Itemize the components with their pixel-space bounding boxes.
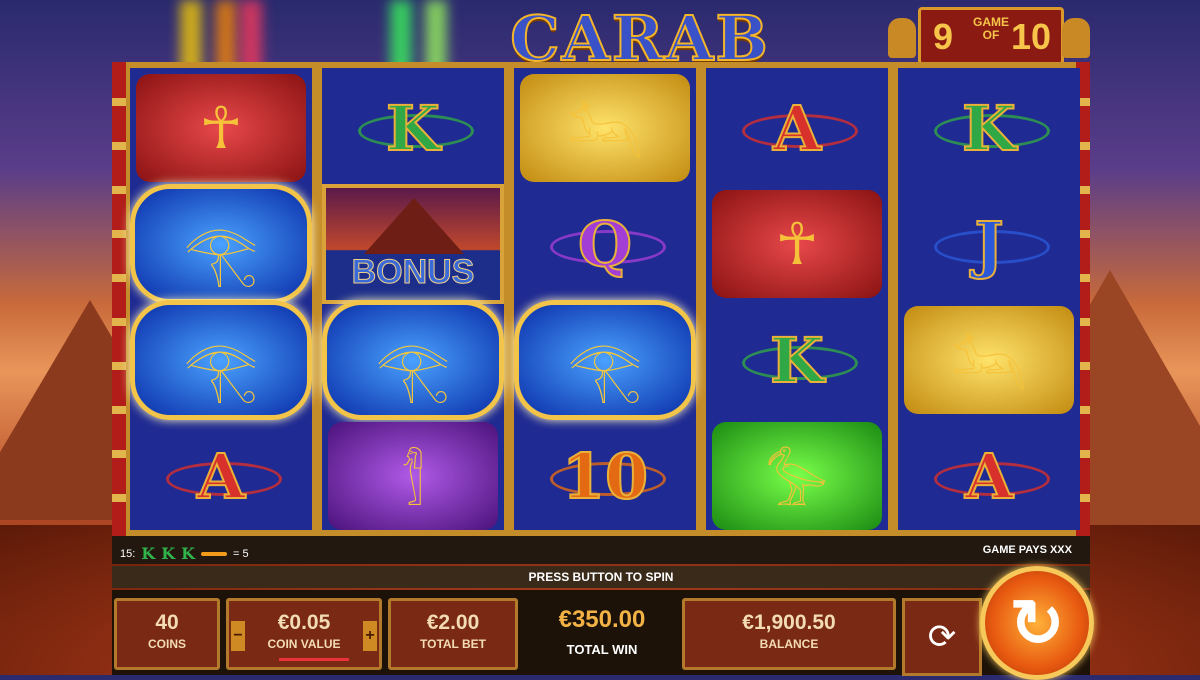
- letter-symbol-q: Q: [577, 207, 633, 282]
- eye-of-horus-icon: 𓂀: [130, 184, 312, 304]
- payline-marker: [201, 551, 228, 556]
- total-win-value: €350.00: [558, 606, 646, 633]
- reel-symbol: A: [898, 418, 1080, 534]
- game-pays-label: GAME PAYS XXX: [982, 544, 1072, 556]
- letter-symbol-a: A: [964, 439, 1014, 514]
- letter-symbol-a: A: [196, 439, 246, 514]
- total-bet-value: €2.00: [426, 611, 480, 634]
- letter-symbol-k: K: [385, 91, 441, 166]
- coin-value-amount: €0.05: [277, 611, 331, 634]
- balance-label: BALANCE: [759, 637, 819, 651]
- reel-3: 𓃢 Q 𓂀 10: [514, 68, 696, 530]
- ankh-icon: ☥: [712, 190, 882, 298]
- ibis-bird-icon: 𓅞: [712, 422, 882, 530]
- autoplay-button[interactable]: ⟳: [902, 598, 982, 676]
- letter-symbol-j: J: [973, 207, 1004, 282]
- bonus-symbol: BONUS: [322, 184, 504, 304]
- reel-symbol: Q: [514, 186, 696, 302]
- line-pays: = 5: [233, 547, 249, 560]
- reel-symbol: 𓂀: [130, 184, 312, 304]
- reel-5: KJ𓃢A: [898, 68, 1080, 530]
- reel-symbol: 𓂀: [130, 300, 312, 420]
- reel-symbol: BONUS: [322, 184, 504, 304]
- reel-symbol: 10: [514, 418, 696, 534]
- reel-symbol: 𓅞: [706, 418, 888, 534]
- reel-symbol: A: [706, 70, 888, 186]
- cat-statue-icon: [888, 18, 916, 58]
- anubis-jackal-icon: 𓃢: [520, 74, 690, 182]
- autoplay-icon: ⟳: [927, 618, 957, 656]
- current-game-number: 9: [933, 16, 954, 57]
- coin-value-label: COIN VALUE: [267, 637, 341, 651]
- spin-arrow-icon: ↻: [1009, 585, 1065, 660]
- letter-symbol-10: 10: [561, 439, 649, 514]
- total-win-label: TOTAL WIN: [566, 642, 638, 657]
- frame-pillar-left: [112, 62, 126, 536]
- reel-frame: ☥ 𓂀 𓂀 A K BONUS 𓂀 𓀾 𓃢 Q 𓂀 10 A ☥ K 𓅞 K J 𓃢 A: [112, 62, 1090, 536]
- eye-of-horus-icon: 𓂀: [130, 300, 312, 420]
- anubis-jackal-icon: 𓃢: [904, 306, 1074, 414]
- winning-line-info: 15: K K K = 5: [120, 544, 249, 563]
- reel-symbol: K: [898, 70, 1080, 186]
- total-bet-label: TOTAL BET: [420, 637, 486, 651]
- letter-symbol-k: K: [769, 323, 825, 398]
- reel-symbol: 𓂀: [514, 300, 696, 420]
- free-game-counter: 9 GAME OF 10: [886, 4, 1092, 65]
- counter-box: 9 GAME OF 10: [918, 7, 1064, 65]
- reel-2: K BONUS 𓂀 𓀾: [322, 68, 504, 530]
- reel-symbol: 𓃢: [514, 70, 696, 186]
- coins-label: COINS: [147, 637, 186, 651]
- total-bet-box: €2.00 TOTAL BET: [388, 598, 518, 670]
- reel-symbol: K: [322, 70, 504, 186]
- balance-box: €1,900.50 BALANCE: [682, 598, 896, 670]
- reel-symbol: 𓂀: [322, 300, 504, 420]
- spin-button[interactable]: ↻: [980, 566, 1094, 680]
- reel-symbol: 𓃢: [898, 302, 1080, 418]
- bonus-label: BONUS: [351, 253, 475, 292]
- pharaoh-sarcophagus-icon: 𓀾: [328, 422, 498, 530]
- reel-4: A ☥ K 𓅞: [706, 68, 888, 530]
- reel-symbol: ☥: [706, 186, 888, 302]
- reel-symbol: 𓀾: [322, 418, 504, 534]
- counter-of-label: GAME OF: [973, 15, 1009, 42]
- coin-value-indicator: [279, 658, 349, 661]
- ankh-icon: ☥: [136, 74, 306, 182]
- line-symbol: K: [181, 544, 196, 563]
- balance-value: €1,900.50: [742, 611, 836, 634]
- line-symbol: K: [141, 544, 156, 563]
- win-info-bar: 15: K K K = 5 GAME PAYS XXX: [112, 536, 1090, 564]
- eye-of-horus-icon: 𓂀: [514, 300, 696, 420]
- pyramid-icon: [364, 198, 464, 254]
- coin-value-decrease-button[interactable]: −: [231, 621, 245, 651]
- line-symbol: K: [161, 544, 176, 563]
- coins-value: 40: [155, 611, 179, 634]
- total-games-number: 10: [1010, 16, 1051, 57]
- coin-value-box: − €0.05 COIN VALUE +: [226, 598, 382, 670]
- reel-symbol: K: [706, 302, 888, 418]
- eye-of-horus-icon: 𓂀: [322, 300, 504, 420]
- reel-symbol: A: [130, 418, 312, 534]
- letter-symbol-k: K: [961, 91, 1017, 166]
- cat-statue-icon: [1062, 18, 1090, 58]
- letter-symbol-a: A: [772, 91, 822, 166]
- reel-symbol: J: [898, 186, 1080, 302]
- line-number: 15:: [120, 547, 136, 560]
- reel-symbol: ☥: [130, 70, 312, 186]
- coins-box[interactable]: 40 COINS: [114, 598, 220, 670]
- reel-1: ☥ 𓂀 𓂀 A: [130, 68, 312, 530]
- coin-value-increase-button[interactable]: +: [363, 621, 377, 651]
- spin-prompt: PRESS BUTTON TO SPIN: [112, 566, 1090, 588]
